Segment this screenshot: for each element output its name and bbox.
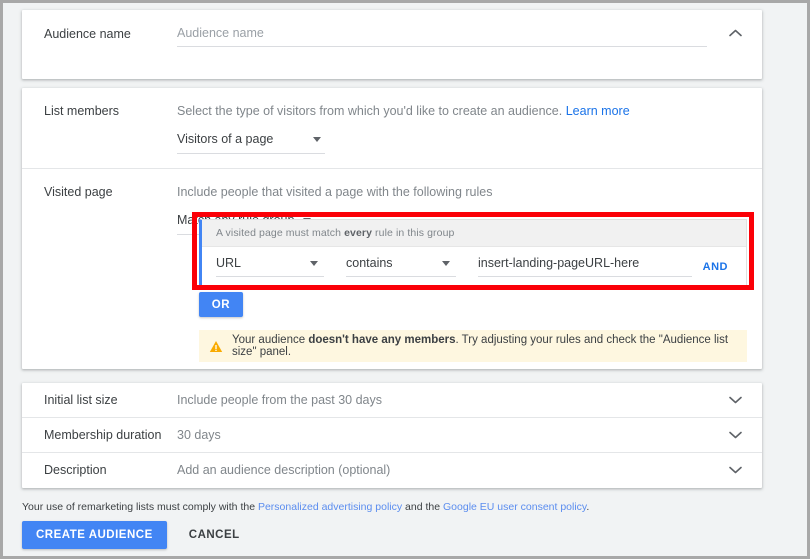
rule-group-header-prefix: A visited page must match: [216, 227, 345, 239]
rule-value-input[interactable]: insert-landing-pageURL-here: [478, 256, 692, 277]
membership-duration-value: 30 days: [177, 427, 221, 442]
list-members-label: List members: [44, 104, 120, 118]
audience-name-label: Audience name: [44, 27, 131, 41]
list-members-select-value: Visitors of a page: [177, 132, 274, 146]
audience-name-card: Audience name: [22, 10, 762, 79]
initial-list-size-label: Initial list size: [44, 393, 118, 407]
list-members-description-text: Select the type of visitors from which y…: [177, 104, 563, 118]
initial-list-size-row[interactable]: Initial list size Include people from th…: [22, 383, 762, 417]
chevron-down-icon: [313, 137, 321, 142]
learn-more-link[interactable]: Learn more: [566, 104, 630, 118]
warning-prefix: Your audience: [232, 334, 309, 346]
list-members-body: Select the type of visitors from which y…: [177, 103, 762, 154]
list-members-row: List members Select the type of visitors…: [22, 88, 762, 168]
initial-list-size-value: Include people from the past 30 days: [177, 392, 382, 407]
rule-operator-value: contains: [346, 256, 393, 270]
rule-dimension-value: URL: [216, 256, 242, 270]
chevron-down-icon: [310, 260, 318, 266]
no-members-warning: Your audience doesn't have any members. …: [199, 330, 747, 362]
visited-page-description: Include people that visited a page with …: [177, 185, 493, 199]
description-value: Add an audience description (optional): [177, 462, 391, 477]
audience-name-row: Audience name: [22, 10, 762, 47]
google-eu-consent-policy-link[interactable]: Google EU user consent policy: [443, 501, 586, 513]
policy-note-middle: and the: [402, 501, 444, 513]
membership-duration-label: Membership duration: [44, 428, 162, 442]
visited-page-label: Visited page: [44, 185, 113, 199]
description-label: Description: [44, 463, 107, 477]
and-link[interactable]: AND: [703, 261, 728, 273]
rule-group: A visited page must match every rule in …: [199, 219, 747, 288]
rule-group-header-bold: every: [344, 227, 373, 239]
rule-operator-select[interactable]: contains: [346, 256, 456, 277]
rule-group-header-suffix: rule in this group: [372, 227, 455, 239]
rule-value-text: insert-landing-pageURL-here: [478, 256, 640, 270]
policy-note-prefix: Your use of remarketing lists must compl…: [22, 501, 258, 513]
warning-text: Your audience doesn't have any members. …: [232, 334, 747, 358]
chevron-down-icon: [442, 260, 450, 266]
chevron-down-icon[interactable]: [724, 389, 746, 411]
or-button[interactable]: OR: [199, 292, 243, 317]
list-members-description: Select the type of visitors from which y…: [177, 103, 762, 120]
warning-bold: doesn't have any members: [308, 334, 456, 346]
rule-group-header: A visited page must match every rule in …: [202, 220, 746, 247]
cancel-button[interactable]: CANCEL: [185, 521, 244, 549]
description-row[interactable]: Description Add an audience description …: [22, 453, 762, 487]
membership-duration-row[interactable]: Membership duration 30 days: [22, 418, 762, 452]
chevron-down-icon[interactable]: [724, 424, 746, 446]
footer-actions: CREATE AUDIENCE CANCEL: [22, 521, 244, 549]
audience-name-input[interactable]: [177, 26, 707, 47]
chevron-up-icon[interactable]: [724, 22, 746, 44]
policy-note-suffix: .: [586, 501, 590, 513]
audience-name-body: [177, 26, 762, 47]
personalized-advertising-policy-link[interactable]: Personalized advertising policy: [258, 501, 402, 513]
audience-builder-page: Audience name List members Select the ty…: [3, 3, 807, 556]
rule-dimension-select[interactable]: URL: [216, 256, 324, 277]
warning-triangle-icon: [209, 340, 223, 353]
policy-note: Your use of remarketing lists must compl…: [22, 501, 589, 513]
chevron-down-icon[interactable]: [724, 459, 746, 481]
list-members-select[interactable]: Visitors of a page: [177, 131, 325, 154]
create-audience-button[interactable]: CREATE AUDIENCE: [22, 521, 167, 549]
rule-row: URL contains insert-landing-pageURL-here…: [202, 247, 746, 287]
collapsed-settings-card: Initial list size Include people from th…: [22, 383, 762, 488]
